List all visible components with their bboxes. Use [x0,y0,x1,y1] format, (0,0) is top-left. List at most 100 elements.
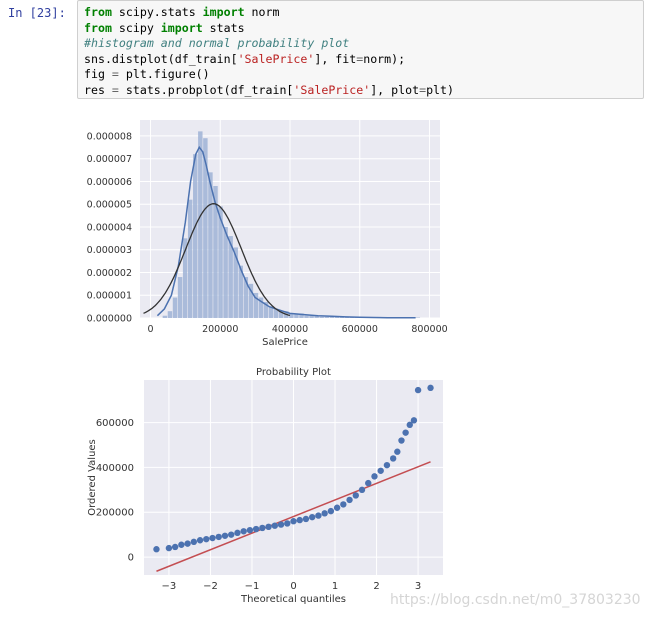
histogram-bar [172,297,178,318]
input-prompt: In [23]: [8,6,66,20]
x-tick-label: 3 [415,581,421,592]
histogram-bar [324,316,329,318]
histogram-bar [304,315,309,318]
histogram-bar [193,154,198,318]
code-token: 'SalePrice' [293,82,371,97]
data-point [277,521,285,528]
y-tick-label: 200000 [96,508,134,519]
x-axis-label: Theoretical quantiles [240,594,346,605]
histogram-bar [223,226,228,318]
data-point [333,504,341,511]
code-token: = [111,82,119,97]
x-axis-label: SalePrice [262,337,308,345]
data-point [221,532,229,539]
data-point [352,492,359,499]
code-token: from [84,5,112,19]
code-line: res = stats.probplot(df_train['SalePrice… [84,82,637,98]
code-cell[interactable]: from scipy.stats import norm from scipy i… [77,0,644,99]
data-point [240,528,247,535]
code-token: from [84,20,112,35]
histogram-bar [319,316,324,318]
code-line: sns.distplot(df_train['SalePrice'], fit=… [84,52,637,68]
y-tick-label: 0.000003 [87,245,132,256]
code-token: scipy.stats [111,5,203,19]
data-point [327,507,335,515]
data-point [377,467,384,474]
data-point [209,534,216,542]
code-token: res [84,82,112,97]
data-point [398,437,405,444]
data-point [284,520,291,527]
x-tick-label: 0 [147,324,153,335]
y-tick-label: 600000 [96,418,134,429]
x-tick-label: 0 [290,581,296,592]
data-point [259,524,266,532]
code-token: stats [202,20,245,35]
x-tick-label: 200000 [202,324,238,335]
data-point [302,515,310,523]
data-point [346,496,353,504]
data-point [153,546,160,553]
distplot-chart: 0 200000 400000 600000 800000 0.000000 0.00000… [87,120,448,348]
y-tick-label: 400000 [96,463,134,474]
y-tick-label: 0.000006 [87,177,132,188]
x-tick-label: 600000 [342,324,378,335]
y-tick-label: 0 [128,553,134,564]
code-token: import [202,5,245,19]
data-point [215,533,222,541]
y-tick-label: 0.000004 [87,222,132,233]
code-token: stats.probplot(df_train[ [118,82,294,97]
data-point [371,473,378,480]
code-token: #histogram and normal probability plot [84,36,350,51]
data-point [184,540,191,547]
histogram-bar [208,172,213,318]
data-point [171,543,179,551]
y-tick-label: 0.000001 [87,291,132,302]
histogram-bar [329,316,335,318]
histogram-bar [167,311,173,318]
data-point [383,461,391,469]
output-area: 0 200000 400000 600000 800000 0.000000 0.00000… [0,100,646,605]
data-point [290,518,297,525]
y-tick-label: 0.000000 [87,314,132,325]
code-line: from scipy import stats [84,21,637,37]
data-point [427,384,434,392]
x-tick-label: 2 [373,581,379,592]
data-point [271,522,279,529]
code-token: ], plot [370,82,420,97]
data-point [308,513,316,521]
y-axis-label: Ordered Values [87,439,98,516]
code-token: ], fit [314,51,357,66]
x-tick-label: 400000 [272,324,308,335]
data-point [203,535,210,543]
code-token: sns.distplot(df_train[ [84,51,238,66]
y-tick-label: 0.000005 [87,200,132,211]
data-point [340,501,347,508]
code-token: import [160,20,203,35]
data-point [165,544,173,552]
data-point [296,516,303,524]
data-point [402,429,409,436]
data-point [410,417,418,424]
data-point [246,526,254,534]
code-line: fig = plt.figure() [84,67,637,83]
code-token: plt) [426,82,454,97]
histogram-bar [177,277,183,318]
data-point [178,541,185,548]
data-point [196,537,204,544]
code-token: fig [84,67,112,82]
x-tick-label: 1 [332,581,338,592]
y-tick-label: 0.000007 [87,154,132,165]
watermark-text: https://blog.csdn.net/m0_37803230 [390,592,641,608]
histogram-bar [162,315,168,318]
code-line: #histogram and normal probability plot [84,36,637,52]
probability-plot-chart: Probability Plot −3 −2 −1 0 1 2 3 0 200000 400000 6… [87,367,443,605]
x-tick-label: −2 [203,581,218,592]
x-tick-label: −1 [245,581,260,592]
code-token: = [419,82,427,97]
code-token: = [111,67,119,82]
y-tick-label: 0.000002 [87,268,132,279]
code-line: from scipy.stats import norm [84,5,637,21]
data-point [190,538,198,546]
data-point [358,486,366,494]
